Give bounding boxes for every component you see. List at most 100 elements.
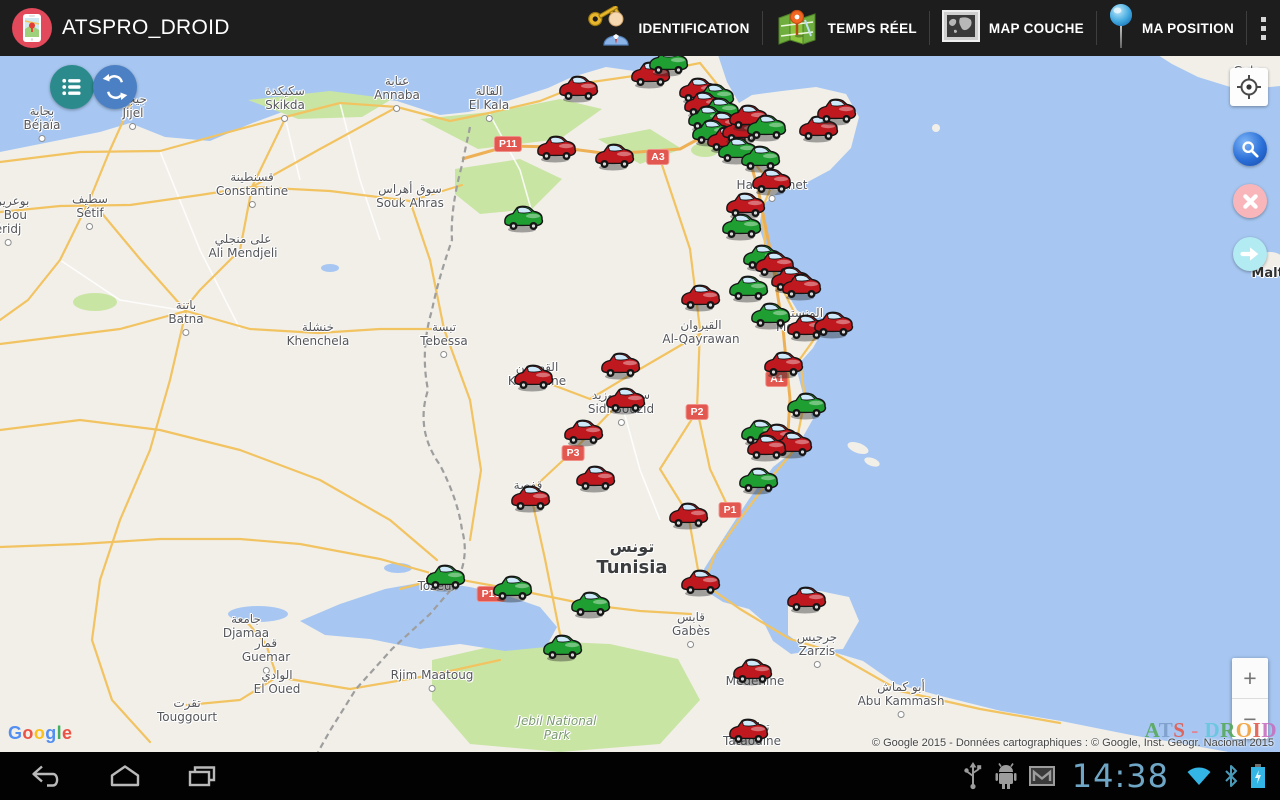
car-marker[interactable] — [780, 271, 822, 301]
car-marker[interactable] — [727, 716, 769, 746]
car-marker[interactable] — [593, 141, 635, 171]
identification-label: IDENTIFICATION — [638, 21, 749, 36]
overflow-menu-icon — [1261, 17, 1266, 22]
car-marker[interactable] — [491, 573, 533, 603]
car-marker[interactable] — [535, 133, 577, 163]
car-marker[interactable] — [785, 584, 827, 614]
map-label: بوعريريdj Bouéridj — [0, 194, 29, 246]
vehicle-list-button[interactable] — [50, 65, 94, 109]
car-marker[interactable] — [745, 432, 787, 462]
car-marker[interactable] — [557, 73, 599, 103]
car-marker[interactable] — [727, 273, 769, 303]
ma-position-label: MA POSITION — [1142, 21, 1234, 36]
car-marker[interactable] — [667, 500, 709, 530]
map-label: سوق أهراسSouk Ahras — [376, 182, 444, 210]
temps-reel-button[interactable]: TEMPS RÉEL — [763, 0, 929, 56]
map-canvas[interactable]: بجايةBéjaïaجيجلJijelسكيكدةSkikdaعنابةAnn… — [0, 56, 1280, 752]
search-button[interactable] — [1233, 132, 1267, 166]
map-label: تبسةTebessa — [420, 320, 468, 358]
overflow-menu-button[interactable] — [1247, 17, 1280, 40]
car-marker[interactable] — [562, 417, 604, 447]
map-label: باتنةBatna — [168, 298, 203, 336]
car-marker[interactable] — [762, 349, 804, 379]
map-label: سكيكدةSkikda — [265, 84, 305, 122]
usb-icon — [963, 761, 983, 791]
map-label: عنابةAnnaba — [374, 74, 420, 112]
car-marker[interactable] — [502, 203, 544, 233]
watermark-letter: O — [1236, 718, 1253, 742]
google-logo: Google — [8, 723, 72, 744]
back-icon — [28, 764, 64, 788]
crosshair-icon — [1236, 74, 1262, 100]
refresh-icon — [100, 72, 130, 102]
battery-icon — [1250, 763, 1266, 789]
google-logo-letter: o — [22, 723, 33, 743]
car-marker[interactable] — [812, 309, 854, 339]
road-badge: A3 — [646, 149, 669, 165]
map-couche-button[interactable]: MAP COUCHE — [930, 0, 1096, 56]
car-marker[interactable] — [424, 562, 466, 592]
map-overlay: بجايةBéjaïaجيجلJijelسكيكدةSkikdaعنابةAnn… — [0, 56, 1280, 752]
car-marker[interactable] — [604, 385, 646, 415]
car-marker[interactable] — [647, 56, 689, 77]
temps-reel-label: TEMPS RÉEL — [828, 21, 917, 36]
road-badge: P1 — [719, 502, 742, 518]
action-bar: ATSPRO_DROID IDENTIFICATION — [0, 0, 1280, 56]
car-marker[interactable] — [574, 463, 616, 493]
map-label: على منجليAli Mendjeli — [208, 232, 277, 260]
clock: 14:38 — [1072, 757, 1169, 795]
watermark-letter: T — [1159, 718, 1174, 742]
ma-position-button[interactable]: MA POSITION — [1097, 0, 1246, 56]
car-marker[interactable] — [509, 483, 551, 513]
car-marker[interactable] — [679, 567, 721, 597]
map-label: جرجيسZarzis — [797, 630, 837, 668]
map-label: القالةEl Kala — [469, 84, 509, 122]
map-label: Jebil NationalPark — [517, 714, 596, 742]
map-label: بجايةBéjaïa — [24, 104, 61, 142]
google-logo-letter: G — [8, 723, 22, 743]
app-icon — [12, 8, 52, 48]
car-marker[interactable] — [720, 211, 762, 241]
close-button[interactable] — [1233, 184, 1267, 218]
android-debug-icon — [994, 762, 1018, 790]
car-marker[interactable] — [541, 632, 583, 662]
google-logo-letter: o — [34, 723, 45, 743]
car-marker[interactable] — [679, 282, 721, 312]
world-map-icon — [942, 10, 980, 47]
car-marker[interactable] — [512, 362, 554, 392]
car-marker[interactable] — [737, 465, 779, 495]
map-label: تونسTunisia — [596, 538, 667, 578]
car-marker[interactable] — [569, 589, 611, 619]
map-label: قابسGabès — [672, 610, 710, 648]
back-button[interactable] — [28, 764, 64, 788]
identification-button[interactable]: IDENTIFICATION — [575, 0, 761, 56]
google-logo-letter: g — [45, 723, 56, 743]
car-marker[interactable] — [599, 350, 641, 380]
refresh-button[interactable] — [93, 65, 137, 109]
google-logo-letter: e — [62, 723, 72, 743]
map-label: قسنطينةConstantine — [216, 170, 288, 208]
system-nav-bar: 14:38 — [0, 752, 1280, 800]
zoom-in-button[interactable]: + — [1232, 658, 1268, 698]
watermark-letter: - — [1185, 718, 1204, 742]
car-marker[interactable] — [731, 656, 773, 686]
location-pin-icon — [1109, 3, 1133, 54]
map-label: القيروانAl-Qayrawan — [662, 318, 739, 346]
next-button[interactable] — [1233, 237, 1267, 271]
recents-button[interactable] — [186, 764, 220, 788]
map-couche-label: MAP COUCHE — [989, 21, 1084, 36]
road-badge: P3 — [562, 445, 585, 461]
gmail-icon — [1029, 766, 1055, 786]
key-user-icon — [587, 6, 629, 51]
ats-droid-watermark: ATS - DROID — [1145, 718, 1277, 743]
app-title: ATSPRO_DROID — [62, 16, 230, 40]
map-label: تقرتTouggourt — [157, 696, 217, 724]
bluetooth-icon — [1223, 765, 1239, 787]
home-button[interactable] — [108, 764, 142, 788]
my-location-button[interactable] — [1230, 68, 1268, 106]
recents-icon — [186, 764, 220, 788]
car-marker[interactable] — [815, 96, 857, 126]
wifi-icon — [1186, 766, 1212, 786]
home-icon — [108, 764, 142, 788]
car-marker[interactable] — [785, 390, 827, 420]
